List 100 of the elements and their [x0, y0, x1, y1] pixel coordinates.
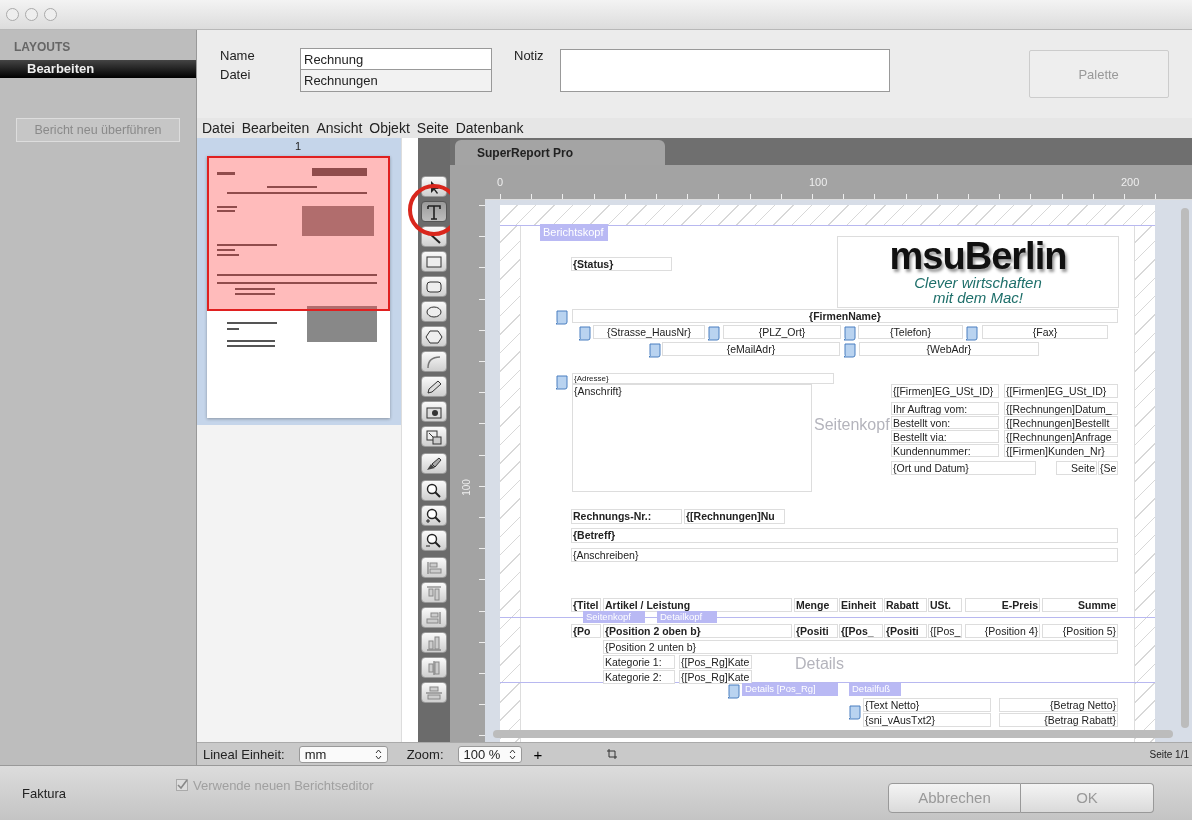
- report-field[interactable]: {[Pos_Rg]Kate: [679, 655, 752, 669]
- note-field[interactable]: [559, 49, 890, 92]
- report-field[interactable]: {sni_vAusTxt2}: [863, 713, 991, 727]
- document-icon[interactable]: [843, 343, 857, 358]
- report-field[interactable]: Kategorie 1:: [603, 655, 675, 669]
- report-field[interactable]: {[Pos_: [928, 624, 962, 638]
- report-field[interactable]: Rabatt: [884, 598, 927, 612]
- tool-button[interactable]: [421, 201, 447, 222]
- report-field[interactable]: {Strasse_HausNr}: [593, 325, 705, 339]
- field-label: Datei: [220, 67, 252, 82]
- report-field[interactable]: Menge: [794, 598, 838, 612]
- report-field[interactable]: {[Pos_Rg]Kate: [679, 670, 752, 684]
- tool-button[interactable]: [421, 530, 447, 551]
- ruler-unit-select[interactable]: mm: [298, 745, 388, 763]
- report-field[interactable]: Artikel / Leistung: [603, 598, 792, 612]
- ellipse-icon: [425, 303, 443, 320]
- report-field[interactable]: {Status}: [571, 257, 672, 271]
- tool-button[interactable]: [421, 326, 447, 347]
- report-field[interactable]: {Position 5}: [1042, 624, 1118, 638]
- report-field[interactable]: {Se: [1098, 461, 1118, 475]
- report-field[interactable]: Summe: [1042, 598, 1118, 612]
- report-field[interactable]: {Positi: [884, 624, 927, 638]
- report-field[interactable]: {Adresse}: [572, 373, 834, 384]
- crop-icon[interactable]: [606, 748, 619, 760]
- report-field[interactable]: {PLZ_Ort}: [723, 325, 841, 339]
- tool-button[interactable]: [421, 376, 447, 397]
- horizontal-scrollbar[interactable]: [493, 730, 1173, 738]
- report-field[interactable]: {Position 2 oben b}: [603, 624, 792, 638]
- menu-item[interactable]: Datenbank: [455, 120, 524, 136]
- ruler-unit-label: Lineal Einheit:: [203, 746, 285, 762]
- report-field[interactable]: {[Pos_: [839, 624, 883, 638]
- add-button[interactable]: +: [531, 745, 545, 763]
- report-field[interactable]: {[Rechnungen]Nu: [684, 509, 785, 524]
- document-icon[interactable]: [727, 684, 741, 699]
- document-icon[interactable]: [648, 343, 662, 358]
- text-icon: [425, 203, 443, 220]
- report-field[interactable]: {[Rechnungen]Bestellt: [1004, 416, 1118, 429]
- document-icon[interactable]: [965, 326, 979, 341]
- editor-tab[interactable]: SuperReport Pro: [455, 140, 665, 165]
- menu-item[interactable]: Objekt: [369, 120, 410, 136]
- report-field[interactable]: {[Rechnungen]Anfrage: [1004, 430, 1118, 443]
- report-field[interactable]: {Titel: [571, 598, 601, 612]
- arc-icon: [425, 353, 443, 370]
- report-field[interactable]: {[Rechnungen]Datum_: [1004, 402, 1118, 415]
- name-field[interactable]: Rechnung: [300, 48, 492, 70]
- menu-item[interactable]: Seite: [416, 120, 449, 136]
- align-top-icon: [425, 584, 443, 601]
- tool-button[interactable]: [421, 453, 447, 474]
- report-field[interactable]: {Position 2 unten b}: [603, 640, 1118, 654]
- updown-arrow-icon: [508, 748, 516, 760]
- zoom-select[interactable]: 100 %: [457, 745, 522, 763]
- page-thumbnail-drawing[interactable]: [207, 156, 390, 418]
- report-field[interactable]: {Betrag Netto}: [999, 698, 1118, 712]
- document-icon[interactable]: [555, 375, 569, 390]
- menu-item[interactable]: Ansicht: [316, 120, 363, 136]
- sidebar-item[interactable]: Bearbeiten: [0, 60, 196, 78]
- report-field[interactable]: Bestellt von:: [891, 416, 999, 429]
- report-field[interactable]: {FirmenName}: [572, 309, 1118, 323]
- document-icon[interactable]: [578, 326, 592, 341]
- report-field[interactable]: {Po: [571, 624, 601, 638]
- report-field[interactable]: {Fax}: [982, 325, 1108, 339]
- report-field[interactable]: {Betrag Rabatt}: [999, 713, 1118, 727]
- report-field[interactable]: USt.: [928, 598, 962, 612]
- document-icon[interactable]: [707, 326, 721, 341]
- page-number: 1: [294, 140, 302, 152]
- tool-button[interactable]: [421, 401, 447, 422]
- report-field[interactable]: {Betreff}: [571, 528, 1118, 543]
- report-field[interactable]: {Telefon}: [858, 325, 963, 339]
- band-name: Details: [795, 655, 844, 673]
- tool-button[interactable]: [421, 505, 447, 526]
- zoom-in-icon: [425, 507, 443, 524]
- report-field[interactable]: {[Firmen]EG_USt_ID}: [891, 384, 999, 398]
- report-field[interactable]: Bestellt via:: [891, 430, 999, 443]
- menu-item[interactable]: Bearbeiten: [241, 120, 310, 136]
- report-field[interactable]: {Anschrift}: [572, 384, 812, 492]
- report-field[interactable]: Einheit: [839, 598, 883, 612]
- vertical-scrollbar[interactable]: [1181, 208, 1189, 728]
- menu-item[interactable]: Datei: [202, 120, 235, 136]
- report-field[interactable]: {eMailAdr}: [662, 342, 840, 356]
- report-field[interactable]: {[Firmen]Kunden_Nr}: [1004, 444, 1118, 457]
- report-field[interactable]: {[Firmen]EG_USt_ID}: [1004, 384, 1118, 398]
- report-field[interactable]: {Anschreiben}: [571, 548, 1118, 562]
- report-field[interactable]: Ihr Auftrag vom:: [891, 402, 999, 415]
- document-icon[interactable]: [555, 310, 569, 325]
- report-field[interactable]: Seite: [1056, 461, 1097, 475]
- resize-icon: [425, 428, 443, 445]
- report-field[interactable]: E-Preis: [965, 598, 1040, 612]
- file-field[interactable]: Rechnungen: [300, 70, 492, 92]
- document-icon[interactable]: [843, 326, 857, 341]
- report-field[interactable]: {Position 4}: [965, 624, 1040, 638]
- document-icon[interactable]: [848, 705, 862, 720]
- report-field[interactable]: Kategorie 2:: [603, 670, 675, 684]
- report-field[interactable]: {WebAdr}: [859, 342, 1039, 356]
- tool-button[interactable]: [421, 480, 447, 501]
- field-label: Notiz: [514, 48, 544, 63]
- report-field[interactable]: Rechnungs-Nr.:: [571, 509, 682, 524]
- report-field[interactable]: Kundennummer:: [891, 444, 999, 457]
- report-field[interactable]: {Text Netto}: [863, 698, 991, 712]
- report-field[interactable]: {Positi: [794, 624, 838, 638]
- report-field[interactable]: {Ort und Datum}: [891, 461, 1036, 475]
